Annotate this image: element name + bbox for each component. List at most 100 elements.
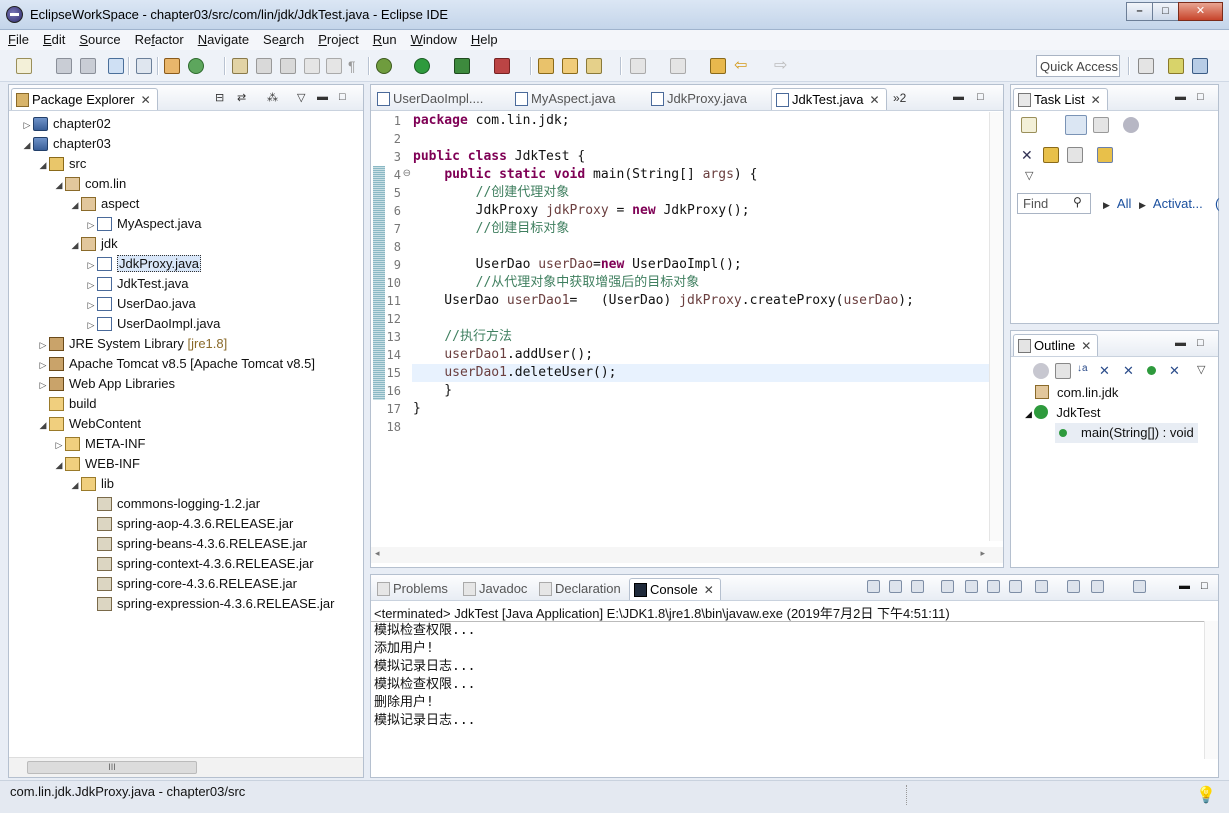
maximize-view-icon[interactable]: □ (339, 91, 346, 103)
close-tab-icon[interactable]: ✕ (1091, 93, 1101, 107)
expand-icon[interactable]: ▷ (85, 315, 97, 335)
code-line[interactable]: //创建代理对象 (412, 184, 989, 202)
outline-item[interactable]: main(String[]) : void (1055, 423, 1198, 443)
show-on-stderr-icon[interactable] (1035, 580, 1048, 593)
code-line[interactable]: userDao1.deleteUser(); (412, 364, 989, 382)
collapse-icon[interactable]: ◢ (21, 135, 33, 155)
clear-console-icon[interactable] (941, 580, 954, 593)
stop-icon[interactable] (867, 580, 880, 593)
code-line[interactable] (412, 238, 989, 256)
menu-file[interactable]: File (0, 30, 35, 47)
tree-item[interactable]: ◢ com.lin (53, 174, 126, 194)
java-ee-perspective-icon[interactable] (1168, 58, 1184, 74)
scroll-lock-icon[interactable] (965, 580, 978, 593)
outline-item[interactable]: ◢ JdkTest (1025, 403, 1101, 423)
collapse-all-icon[interactable]: ⊟ (215, 91, 224, 104)
collapse-icon[interactable]: ◢ (1025, 409, 1034, 419)
synchronize-icon[interactable] (1043, 147, 1059, 163)
new-server-icon[interactable] (538, 58, 554, 74)
tree-item[interactable]: ▷ MyAspect.java (85, 214, 202, 234)
focus-active-task-icon[interactable] (1033, 363, 1049, 379)
scroll-left-icon[interactable]: ◂ (375, 548, 380, 559)
collapse-icon[interactable]: ◢ (37, 415, 49, 435)
minimize-view-icon[interactable]: ▬ (1179, 580, 1192, 593)
next-annotation-icon[interactable] (630, 58, 646, 74)
code-line[interactable]: } (412, 382, 989, 400)
tree-item[interactable]: ◢ src (37, 154, 86, 174)
focus-icon[interactable]: ⁂ (267, 91, 278, 104)
tab-package-explorer[interactable]: Package Explorer ✕ (11, 88, 158, 110)
close-tab-icon[interactable]: ✕ (1081, 339, 1091, 353)
close-tab-icon[interactable]: ✕ (141, 93, 151, 107)
hide-fields-icon[interactable]: ✕ (1099, 363, 1115, 379)
forward-icon[interactable]: ⇨ (774, 58, 790, 74)
new-class-icon[interactable] (188, 58, 204, 74)
close-tab-icon[interactable]: ✕ (704, 583, 714, 597)
tab-console[interactable]: Console ✕ (629, 578, 721, 600)
expand-icon[interactable]: ▷ (85, 275, 97, 295)
hide-non-public-icon[interactable] (1147, 366, 1156, 375)
tree-item[interactable]: ▷ Apache Tomcat v8.5 [Apache Tomcat v8.5] (37, 354, 315, 374)
code-line[interactable]: UserDao userDao1= (UserDao) jdkProxy.cre… (412, 292, 989, 310)
toggle-mark-icon[interactable] (280, 58, 296, 74)
code-line[interactable]: userDao1.addUser(); (412, 346, 989, 364)
fold-icon[interactable]: ⊖ (403, 168, 411, 179)
last-edit-icon[interactable] (710, 58, 726, 74)
link-editor-icon[interactable]: ⇄ (237, 91, 246, 104)
tab-javadoc[interactable]: Javadoc (459, 578, 533, 600)
maximize-view-icon[interactable]: □ (1197, 91, 1204, 103)
editor-tab[interactable]: JdkTest.java ✕ (771, 88, 887, 110)
close-button[interactable]: ✕ (1178, 2, 1223, 21)
save-all-icon[interactable] (80, 58, 96, 74)
menu-window[interactable]: Window (403, 30, 463, 47)
display-console-icon[interactable] (1091, 580, 1104, 593)
expand-icon[interactable]: ▷ (85, 255, 97, 275)
menu-run[interactable]: Run (365, 30, 403, 47)
menu-help[interactable]: Help (463, 30, 504, 47)
toggle-whitespace-icon[interactable] (326, 58, 342, 74)
view-menu-icon[interactable]: ▽ (297, 91, 305, 104)
toggle-block-icon[interactable] (304, 58, 320, 74)
expand-icon[interactable]: ▷ (37, 375, 49, 395)
expand-icon[interactable]: ▷ (85, 295, 97, 315)
tab-overflow-button[interactable]: »2 (893, 91, 906, 105)
external-tools-icon[interactable] (494, 58, 510, 74)
new-task-icon[interactable] (1021, 117, 1037, 133)
code-line[interactable] (412, 418, 989, 436)
tab-task-list[interactable]: Task List ✕ (1013, 88, 1108, 110)
open-folder-icon[interactable] (562, 58, 578, 74)
collapse-tasks-icon[interactable] (1067, 147, 1083, 163)
code-line[interactable]: } (412, 400, 989, 418)
run-icon[interactable] (414, 58, 430, 74)
menu-navigate[interactable]: Navigate (190, 30, 255, 47)
editor-tab[interactable]: UserDaoImpl.... (373, 88, 489, 110)
horizontal-scrollbar[interactable]: III (9, 757, 363, 777)
activate-link[interactable]: ▶ Activat... (1139, 196, 1203, 211)
tree-item[interactable]: spring-context-4.3.6.RELEASE.jar (85, 554, 314, 574)
tree-item[interactable]: ▷ UserDao.java (85, 294, 196, 314)
minimize-view-icon[interactable]: ▬ (1175, 91, 1186, 103)
open-console-icon[interactable] (1133, 580, 1146, 593)
editor-tab[interactable]: JdkProxy.java (647, 88, 753, 110)
console-vertical-scrollbar[interactable] (1204, 621, 1218, 759)
editor-vertical-scrollbar[interactable] (989, 112, 1003, 541)
menu-refactor[interactable]: Refactor (127, 30, 190, 47)
close-tab-icon[interactable]: ✕ (870, 93, 880, 107)
collapse-icon[interactable]: ◢ (53, 455, 65, 475)
hide-local-types-icon[interactable]: ✕ (1169, 363, 1185, 379)
code-line[interactable]: UserDao userDao=new UserDaoImpl(); (412, 256, 989, 274)
tree-item[interactable]: ◢ WEB-INF (53, 454, 140, 474)
collapse-all-icon[interactable] (1055, 363, 1071, 379)
code-line[interactable]: public class JdkTest { (412, 148, 989, 166)
tree-item[interactable]: spring-expression-4.3.6.RELEASE.jar (85, 594, 335, 614)
scroll-thumb[interactable]: III (27, 761, 197, 774)
back-icon[interactable]: ⇦ (734, 58, 750, 74)
collapse-icon[interactable]: ◢ (69, 475, 81, 495)
tree-item[interactable]: ◢ aspect (69, 194, 139, 214)
debug-icon[interactable] (376, 58, 392, 74)
remove-all-icon[interactable] (911, 580, 924, 593)
view-menu-icon[interactable]: ▽ (1025, 169, 1033, 182)
tree-item[interactable]: build (37, 394, 96, 414)
tree-item[interactable]: ◢ jdk (69, 234, 118, 254)
focus-workweek-icon[interactable] (1123, 117, 1139, 133)
